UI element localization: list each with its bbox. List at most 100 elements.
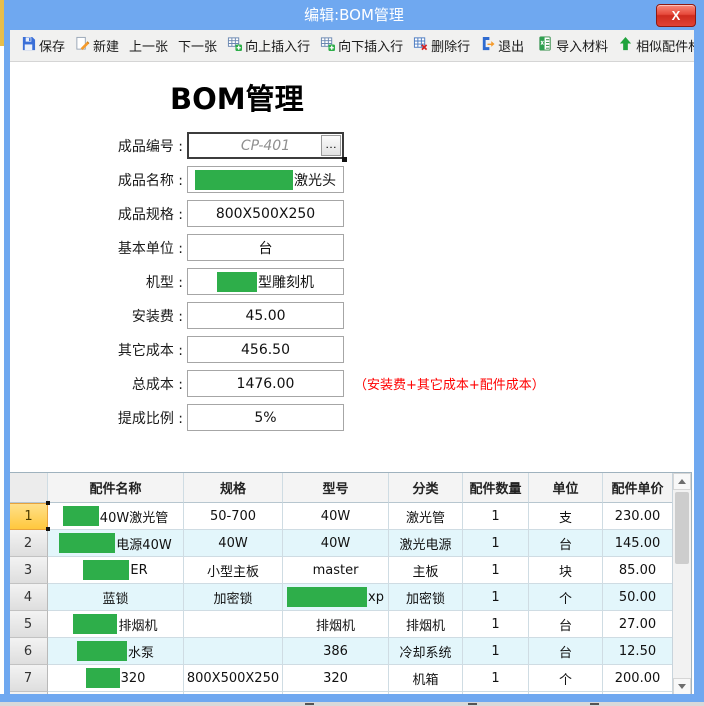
selection-handle — [46, 527, 50, 531]
cell-price[interactable]: 12.50 — [603, 638, 673, 665]
cell-part-name[interactable]: 320 — [48, 665, 184, 692]
scrollbar-thumb[interactable] — [675, 492, 689, 564]
cell-unit[interactable]: 个 — [529, 584, 603, 611]
cell-unit[interactable]: 个 — [529, 665, 603, 692]
cell-spec[interactable]: 加密锁 — [184, 584, 283, 611]
cell-model[interactable]: 320 — [283, 665, 389, 692]
toolbar-button-import-materials[interactable]: 导入材料 — [533, 33, 613, 59]
scroll-down-button[interactable] — [673, 678, 691, 695]
column-header-model: 型号 — [283, 473, 389, 503]
cell-qty[interactable]: 1 — [463, 638, 529, 665]
product-code-lookup-button[interactable]: … — [321, 135, 341, 156]
cell-price[interactable]: 145.00 — [603, 530, 673, 557]
cell-part-name[interactable]: ER — [48, 557, 184, 584]
cell-category[interactable]: 主板 — [389, 557, 463, 584]
cell-qty[interactable]: 1 — [463, 611, 529, 638]
total-cost-field[interactable]: 1476.00 — [187, 370, 344, 397]
cell-model[interactable]: master — [283, 557, 389, 584]
commission-rate-value: 5% — [254, 409, 277, 426]
row-number[interactable]: 5 — [9, 611, 48, 638]
cell-part-name[interactable]: 电源40W — [48, 530, 184, 557]
toolbar-button-similar-parts-entry[interactable]: 相似配件材料录入 — [613, 33, 704, 59]
cell-price[interactable]: 50.00 — [603, 584, 673, 611]
cell-unit[interactable]: 台 — [529, 638, 603, 665]
toolbar-button-insert-row-above[interactable]: 向上插入行 — [222, 33, 315, 59]
toolbar-button-exit[interactable]: 退出 — [475, 33, 529, 59]
cell-spec[interactable]: 40W — [184, 530, 283, 557]
product-spec-label: 成品规格 : — [117, 206, 183, 223]
product-spec-field[interactable]: 800Ⅹ500Ⅹ250 — [187, 200, 344, 227]
cell-category[interactable]: 排烟机 — [389, 611, 463, 638]
cell-price[interactable]: 85.00 — [603, 557, 673, 584]
product-name-value: 激光头 — [294, 172, 336, 189]
cell-part-name[interactable]: 排烟机 — [48, 611, 184, 638]
cell-unit[interactable]: 台 — [529, 530, 603, 557]
cell-category[interactable]: 激光管 — [389, 503, 463, 530]
row-number[interactable]: 4 — [9, 584, 48, 611]
redaction-block — [62, 506, 99, 526]
cell-part-name[interactable]: 40W激光管 — [48, 503, 184, 530]
product-name-field[interactable]: 激光头 — [187, 166, 344, 193]
cell-price[interactable]: 200.00 — [603, 665, 673, 692]
cell-category[interactable]: 冷却系统 — [389, 638, 463, 665]
cell-qty[interactable]: 1 — [463, 503, 529, 530]
cell-price[interactable]: 27.00 — [603, 611, 673, 638]
cell-qty[interactable]: 1 — [463, 530, 529, 557]
cell-category[interactable]: 加密锁 — [389, 584, 463, 611]
toolbar-button-next[interactable]: 下一张 — [173, 33, 222, 59]
scroll-up-button[interactable] — [673, 473, 691, 490]
parts-grid: 配件名称 规格 型号 分类 配件数量 单位 配件单价 1 40W激光管 50-7… — [8, 472, 692, 696]
row-number[interactable]: 6 — [9, 638, 48, 665]
close-button[interactable]: X — [656, 4, 696, 27]
toolbar-button-new[interactable]: 新建 — [70, 33, 124, 59]
cell-qty[interactable]: 1 — [463, 665, 529, 692]
install-fee-field[interactable]: 45.00 — [187, 302, 344, 329]
cell-spec[interactable]: 800Ⅹ500Ⅹ250 — [184, 665, 283, 692]
cell-part-name[interactable]: 蓝锁 — [48, 584, 184, 611]
total-cost-value: 1476.00 — [236, 375, 295, 392]
machine-model-value: 型雕刻机 — [258, 274, 314, 291]
cell-spec[interactable] — [184, 638, 283, 665]
cell-price[interactable]: 230.00 — [603, 503, 673, 530]
toolbar-button-previous[interactable]: 上一张 — [124, 33, 173, 59]
table-row: 6 水泵 386 冷却系统 1 台 12.50 — [9, 638, 673, 665]
vertical-scrollbar[interactable] — [672, 473, 691, 695]
commission-rate-field[interactable]: 5% — [187, 404, 344, 431]
table-row: 4 蓝锁 加密锁 xp 加密锁 1 个 50.00 — [9, 584, 673, 611]
row-number[interactable]: 2 — [9, 530, 48, 557]
redaction-block — [76, 641, 127, 661]
cell-model[interactable]: 386 — [283, 638, 389, 665]
cell-unit[interactable]: 块 — [529, 557, 603, 584]
table-row: 5 排烟机 排烟机 排烟机 1 台 27.00 — [9, 611, 673, 638]
install-fee-value: 45.00 — [245, 307, 286, 324]
cell-category[interactable]: 激光电源 — [389, 530, 463, 557]
cell-model[interactable]: 40W — [283, 503, 389, 530]
table-row: 1 40W激光管 50-700 40W 激光管 1 支 230.00 — [9, 503, 673, 530]
toolbar-button-save[interactable]: 保存 — [16, 33, 70, 59]
cell-category[interactable]: 机箱 — [389, 665, 463, 692]
triangle-up-icon — [678, 479, 686, 484]
install-fee-label: 安装费 : — [131, 308, 183, 325]
product-code-field[interactable]: CP-401 … — [187, 132, 347, 162]
cell-qty[interactable]: 1 — [463, 584, 529, 611]
cell-qty[interactable]: 1 — [463, 557, 529, 584]
cell-unit[interactable]: 台 — [529, 611, 603, 638]
insert-row-below-icon — [320, 36, 336, 55]
cell-part-name[interactable]: 水泵 — [48, 638, 184, 665]
base-unit-field[interactable]: 台 — [187, 234, 344, 261]
cell-model[interactable]: 40W — [283, 530, 389, 557]
cell-spec[interactable] — [184, 611, 283, 638]
toolbar-button-delete-row[interactable]: 删除行 — [408, 33, 475, 59]
cell-model[interactable]: 排烟机 — [283, 611, 389, 638]
toolbar: 保存 新建 上一张 下一张 向上插入行 向下插入行 删除行 退出 导入材料 相似… — [10, 30, 704, 62]
cell-spec[interactable]: 50-700 — [184, 503, 283, 530]
toolbar-button-insert-row-below[interactable]: 向下插入行 — [315, 33, 408, 59]
row-number[interactable]: 3 — [9, 557, 48, 584]
other-cost-field[interactable]: 456.50 — [187, 336, 344, 363]
machine-model-field[interactable]: 型雕刻机 — [187, 268, 344, 295]
row-number[interactable]: 7 — [9, 665, 48, 692]
row-number[interactable]: 1 — [9, 503, 48, 530]
cell-unit[interactable]: 支 — [529, 503, 603, 530]
cell-spec[interactable]: 小型主板 — [184, 557, 283, 584]
cell-model[interactable]: xp — [283, 584, 389, 611]
